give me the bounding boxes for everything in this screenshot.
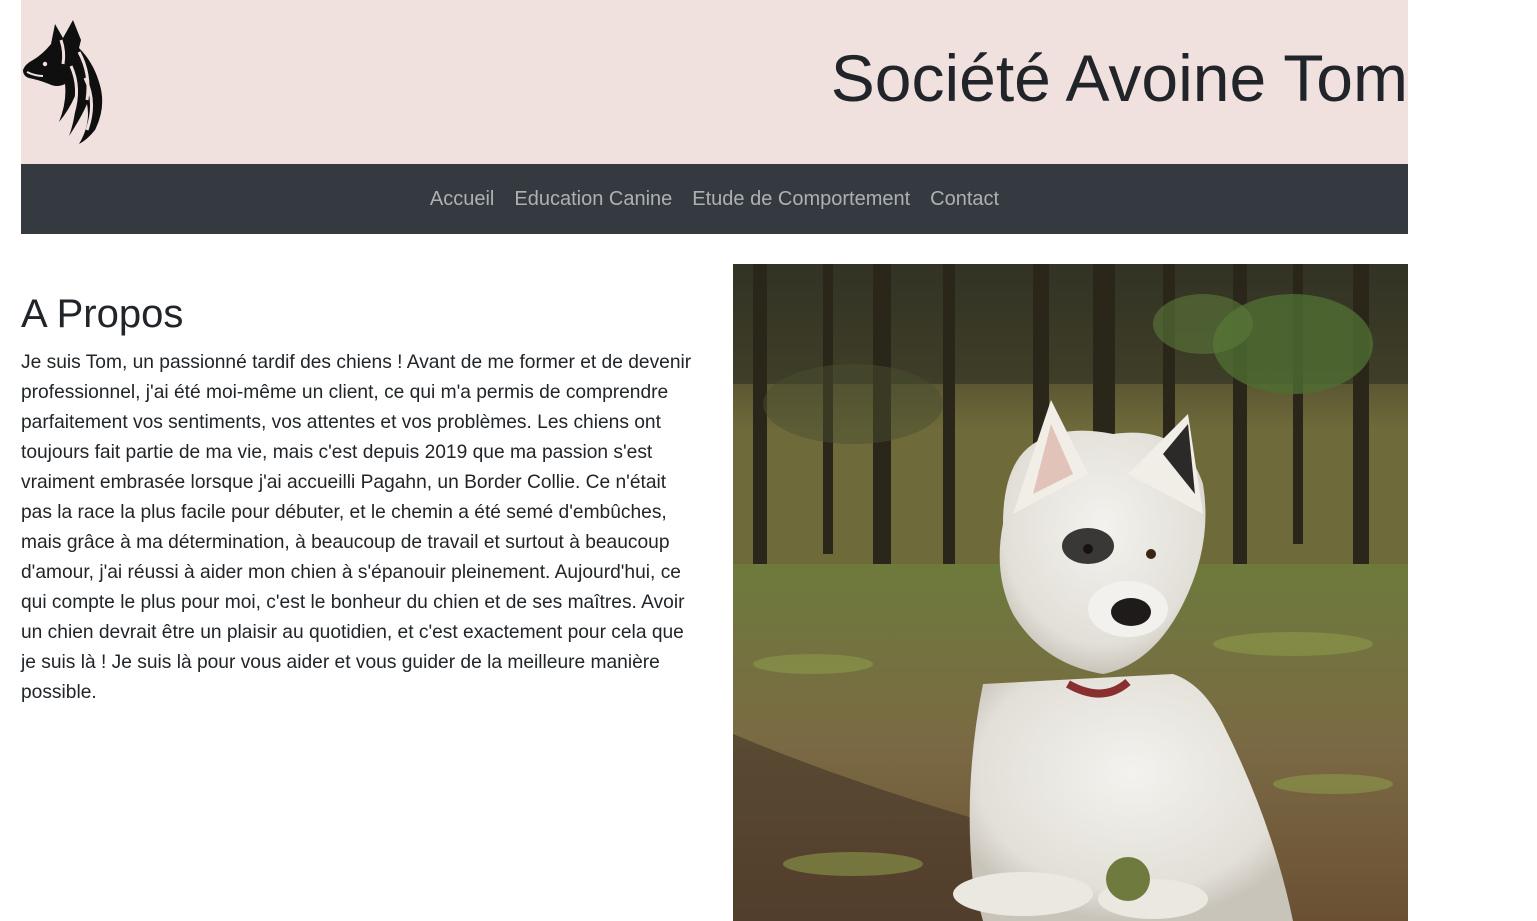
about-paragraph: Je suis Tom, un passionné tardif des chi… <box>21 352 692 703</box>
dog-photo <box>733 264 1408 921</box>
nav-link-contact[interactable]: Contact <box>920 164 1009 234</box>
nav-link-accueil[interactable]: Accueil <box>420 164 504 234</box>
site-header: Société Avoine Tom <box>21 0 1408 164</box>
nav-link-education-canine[interactable]: Education Canine <box>504 164 682 234</box>
site-title: Société Avoine Tom <box>830 41 1408 115</box>
main-navbar: Accueil Education Canine Etude de Compor… <box>21 164 1408 234</box>
page-container: Société Avoine Tom Accueil Education Can… <box>21 0 1408 921</box>
about-section: A Propos Je suis Tom, un passionné tardi… <box>21 290 701 708</box>
about-title: A Propos <box>21 292 184 336</box>
nav-link-etude-comportement[interactable]: Etude de Comportement <box>682 164 920 234</box>
wolf-dog-head-logo <box>23 20 103 144</box>
